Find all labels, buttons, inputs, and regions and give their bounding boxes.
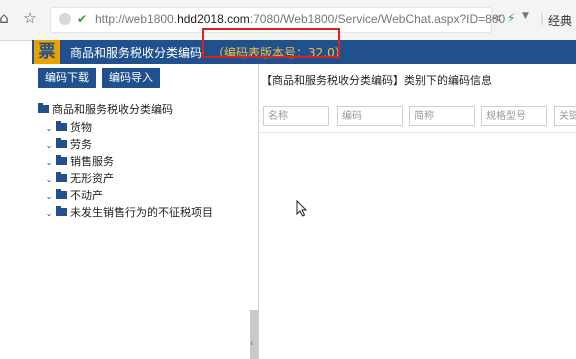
expand-chevron-icon[interactable]: ⌄: [44, 124, 54, 133]
short-name-filter-input[interactable]: [409, 106, 475, 126]
expand-chevron-icon[interactable]: ⌄: [44, 158, 54, 167]
ticket-logo-icon: 票: [34, 40, 60, 64]
expand-chevron-icon[interactable]: ⌄: [44, 209, 54, 218]
spec-model-filter-input[interactable]: [481, 106, 547, 126]
import-codes-button[interactable]: 编码导入: [102, 68, 160, 88]
tree-item-label: 不动产: [70, 189, 103, 202]
shield-check-icon: ✔: [77, 12, 88, 26]
folder-icon: [56, 121, 67, 131]
tree-item-label: 未发生销售行为的不征税项目: [70, 206, 213, 219]
mouse-cursor-icon: [296, 200, 308, 217]
expand-chevron-icon[interactable]: ⌄: [44, 192, 54, 201]
bookmark-classic[interactable]: 经典: [548, 12, 572, 29]
tree-item-non-taxable[interactable]: ⌄ 未发生销售行为的不征税项目: [44, 204, 213, 220]
share-icon[interactable]: <: [492, 11, 502, 25]
tree-item-intangible[interactable]: ⌄ 无形资产: [44, 170, 114, 186]
expand-chevron-icon[interactable]: ⌄: [44, 141, 54, 150]
version-highlight-box: [202, 28, 340, 58]
folder-open-icon: [38, 103, 49, 113]
folder-icon: [56, 155, 67, 165]
folder-icon: [56, 138, 67, 148]
folder-icon: [56, 206, 67, 216]
tree-item-label: 劳务: [70, 138, 92, 151]
code-filter-input[interactable]: [337, 106, 403, 126]
panel-divider: [259, 132, 576, 133]
tree-item-labor[interactable]: ⌄ 劳务: [44, 136, 92, 152]
tree-root-label: 商品和服务税收分类编码: [52, 103, 173, 116]
tree-item-label: 货物: [70, 121, 92, 134]
home-icon[interactable]: ⌂: [0, 8, 14, 28]
security-icon: [59, 13, 71, 25]
folder-icon: [56, 189, 67, 199]
folder-icon: [56, 172, 67, 182]
app-title: 商品和服务税收分类编码: [70, 46, 203, 60]
tree-item-real-estate[interactable]: ⌄ 不动产: [44, 187, 103, 203]
tree-item-sales-service[interactable]: ⌄ 销售服务: [44, 153, 114, 169]
download-codes-button[interactable]: 编码下载: [38, 68, 96, 88]
chevron-down-icon[interactable]: ▼: [522, 11, 529, 21]
tree-root[interactable]: 商品和服务税收分类编码: [38, 101, 173, 117]
category-tree-panel: 编码下载 编码导入 商品和服务税收分类编码 ⌄ 货物 ⌄ 劳务 ⌄ 销售服务 ⌄ 无形资…: [32, 64, 259, 359]
star-icon[interactable]: ☆: [20, 8, 40, 28]
expand-chevron-icon[interactable]: ⌄: [44, 175, 54, 184]
url-text: http://web1800.hdd2018.com:7080/Web1800/…: [95, 12, 506, 26]
keyword-filter-input[interactable]: [554, 106, 576, 126]
name-filter-input[interactable]: [263, 106, 329, 126]
toolbar-divider: |: [540, 11, 545, 25]
collapse-panel-icon[interactable]: ‹: [250, 339, 258, 355]
panel-title: 【商品和服务税收分类编码】类别下的编码信息: [261, 74, 492, 87]
tree-item-label: 销售服务: [70, 155, 114, 168]
lightning-icon[interactable]: ⚡: [507, 11, 515, 25]
tree-item-label: 无形资产: [70, 172, 114, 185]
tree-item-goods[interactable]: ⌄ 货物: [44, 119, 92, 135]
